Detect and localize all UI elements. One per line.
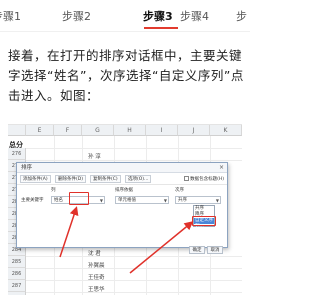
tab-step-3[interactable]: 步骤3 — [143, 8, 173, 24]
cancel-button[interactable]: 取消 — [207, 246, 223, 254]
column-label: 列 — [51, 188, 56, 193]
chevron-down-icon: ▼ — [215, 198, 219, 203]
col-header-j: J — [178, 125, 210, 136]
grid-line — [26, 280, 242, 281]
grid-line — [26, 160, 242, 161]
sort-on-value: 单元格值 — [118, 198, 136, 203]
chevron-down-icon: ▼ — [99, 198, 103, 203]
col-header-h: H — [114, 125, 146, 136]
row-header: 286 — [8, 268, 26, 280]
col-header-k: K — [210, 125, 242, 136]
copy-condition-button[interactable]: 复制条件(C) — [90, 175, 121, 183]
dialog-title: 排序 — [21, 165, 33, 171]
ok-button[interactable]: 确定 — [189, 246, 205, 254]
tutorial-screenshot: E F G H I J K 总分 276 277 278 279 280 281… — [8, 124, 242, 295]
sort-on-label: 排序依据 — [115, 188, 133, 193]
step-tabs: 步骤1 步骤2 步骤3 步骤4 步 — [0, 0, 250, 32]
grid-line — [26, 148, 242, 149]
dialog-toolbar: 添加条件(A) 删除条件(D) 复制条件(C) 选项(O)... 数据包含标题(… — [17, 173, 227, 185]
name-cell: 王佳奇 — [88, 275, 105, 281]
options-button[interactable]: 选项(O)... — [125, 175, 152, 183]
dialog-column-labels: 列 排序依据 次序 — [17, 186, 229, 194]
order-value: 升序 — [178, 198, 187, 203]
dialog-title-bar: 排序 × — [17, 163, 227, 173]
order-select[interactable]: 升序 ▼ — [175, 196, 221, 204]
header-checkbox[interactable]: 数据包含标题(H) — [184, 176, 224, 182]
delete-condition-button[interactable]: 删除条件(D) — [55, 175, 86, 183]
custom-list-highlight-box — [192, 216, 216, 226]
close-icon[interactable]: × — [219, 163, 224, 173]
key-highlight-box — [69, 192, 89, 205]
active-tab-indicator — [144, 27, 178, 29]
name-cell: 沈 君 — [88, 251, 101, 257]
step-description: 接着，在打开的排序对话框中，主要关键字选择“姓名”，次序选择“自定义序列”点击进… — [8, 48, 244, 103]
tab-step-5[interactable]: 步 — [236, 8, 247, 24]
chevron-down-icon: ▼ — [163, 198, 167, 203]
tab-step-1[interactable]: 步骤1 — [0, 8, 21, 24]
col-header-g: G — [82, 125, 114, 136]
name-cell: 王思华 — [88, 287, 105, 293]
col-header-e: E — [26, 125, 54, 136]
order-label: 次序 — [175, 188, 184, 193]
row-header: 285 — [8, 256, 26, 268]
corner-cell — [8, 125, 26, 136]
col-header-f: F — [54, 125, 82, 136]
tabs-divider — [0, 31, 250, 32]
sort-condition-row: 主要关键字 姓名 ▼ 单元格值 ▼ 升序 ▼ — [17, 195, 229, 204]
primary-key-label: 主要关键字 — [21, 198, 44, 203]
add-condition-button[interactable]: 添加条件(A) — [20, 175, 51, 183]
tab-step-2[interactable]: 步骤2 — [62, 8, 91, 24]
header-checkbox-label: 数据包含标题(H) — [190, 177, 224, 182]
tab-step-4[interactable]: 步骤4 — [180, 8, 209, 24]
grid-line — [26, 292, 242, 293]
checkbox-icon[interactable] — [184, 176, 190, 181]
primary-key-value: 姓名 — [54, 198, 63, 203]
sort-on-select[interactable]: 单元格值 ▼ — [115, 196, 169, 204]
grid-line — [26, 256, 242, 257]
sort-dialog: 排序 × 添加条件(A) 删除条件(D) 复制条件(C) 选项(O)... 数据… — [16, 162, 229, 254]
dialog-buttons: 确定 取消 — [187, 236, 223, 254]
grid-line — [26, 268, 242, 269]
name-cell: 孙 淳 — [88, 154, 101, 160]
row-header: 276 — [8, 148, 26, 160]
row-header: 287 — [8, 280, 26, 292]
name-cell: 孙翼晨 — [88, 263, 105, 269]
col-header-i: I — [146, 125, 178, 136]
